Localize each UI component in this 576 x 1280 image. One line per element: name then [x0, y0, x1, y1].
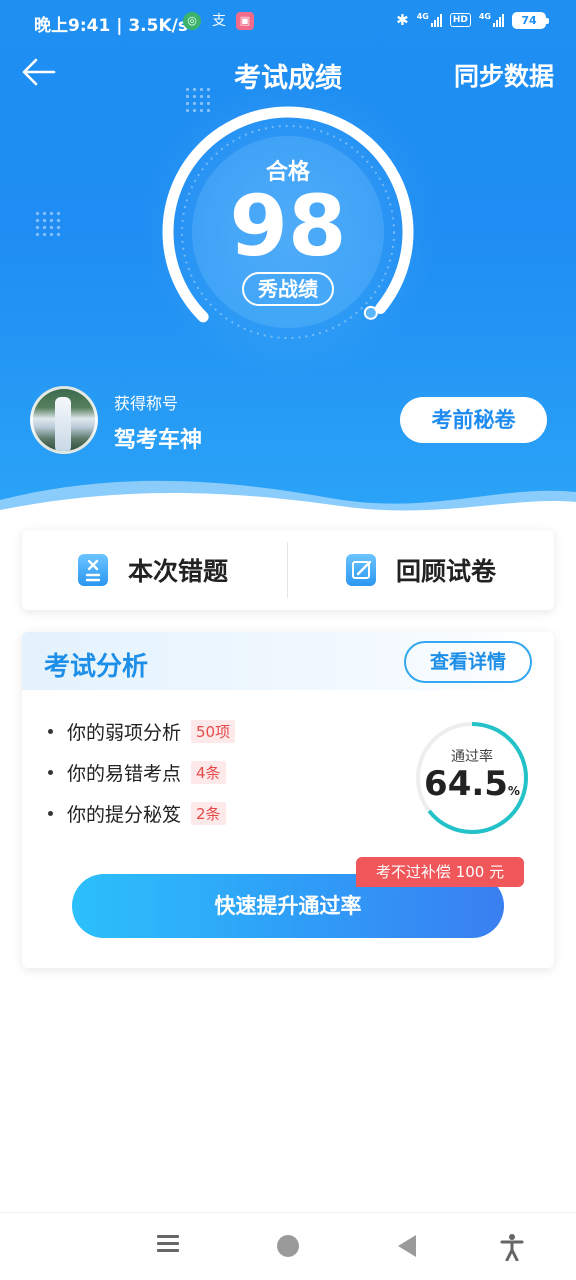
pass-rate-unit: % [507, 784, 520, 798]
menu-icon[interactable] [157, 1235, 179, 1255]
bullet-icon [48, 770, 53, 775]
system-nav-bar [0, 1212, 576, 1280]
wrong-questions-label: 本次错题 [128, 557, 229, 586]
pass-rate-label: 通过率 [451, 749, 493, 765]
hd-badge: HD [449, 13, 471, 27]
alipay-icon: 支 [212, 13, 226, 29]
review-paper-icon [346, 554, 376, 586]
accessibility-icon[interactable] [500, 1233, 524, 1261]
app-icon: ◎ [183, 12, 201, 30]
network-a-label: 4G [416, 11, 429, 21]
analysis-item[interactable]: 你的弱项分析 50项 [48, 718, 236, 745]
analysis-item[interactable]: 你的提分秘笈 2条 [48, 800, 226, 827]
analysis-item-label: 你的弱项分析 [67, 722, 182, 744]
analysis-card: 考试分析 查看详情 你的弱项分析 50项 你的易错考点 4条 你的提分秘笈 2条… [22, 632, 554, 968]
decor-dots [34, 210, 60, 236]
bullet-icon [48, 811, 53, 816]
pass-rate-number: 64.5 [424, 764, 508, 804]
score-gauge: 合格 98 秀战绩 [160, 104, 416, 360]
header-wave [0, 480, 576, 520]
review-paper-button[interactable]: 回顾试卷 [346, 530, 496, 610]
sync-data-button[interactable]: 同步数据 [454, 57, 554, 93]
action-card: 本次错题 回顾试卷 [22, 530, 554, 610]
analysis-item-label: 你的提分秘笈 [67, 804, 182, 826]
title-value: 驾考车神 [114, 428, 203, 453]
bullet-icon [48, 729, 53, 734]
analysis-title: 考试分析 [44, 652, 149, 682]
analysis-item-label: 你的易错考点 [67, 763, 182, 785]
guarantee-badge: 考不过补偿 100 元 [356, 857, 524, 887]
pass-rate-value: 64.5% [414, 764, 530, 804]
game-icon: ▣ [236, 12, 254, 30]
analysis-item-tag: 2条 [191, 802, 226, 825]
battery-icon: 74 [512, 11, 549, 29]
secret-paper-button[interactable]: 考前秘卷 [400, 397, 547, 443]
bluetooth-icon: ✱ [396, 11, 409, 29]
signal-icon [493, 13, 504, 27]
network-b-label: 4G [478, 11, 491, 21]
status-time: 晚上9:41 | 3.5K/s [34, 16, 188, 36]
wrong-questions-button[interactable]: 本次错题 [78, 530, 228, 610]
analysis-item-tag: 4条 [191, 761, 226, 784]
wrong-questions-icon [78, 554, 108, 586]
title-label: 获得称号 [114, 394, 179, 413]
avatar[interactable] [30, 386, 98, 454]
signal-icon [430, 13, 442, 27]
status-bar: 晚上9:41 | 3.5K/s ◎ 支 ▣ ✱ 4G HD 4G 74 [0, 0, 576, 44]
review-paper-label: 回顾试卷 [396, 557, 497, 586]
score-value: 98 [229, 177, 347, 275]
share-score-button[interactable]: 秀战绩 [242, 272, 334, 306]
divider [287, 542, 288, 598]
back-triangle-icon[interactable] [398, 1235, 416, 1257]
home-icon[interactable] [277, 1235, 299, 1257]
analysis-item[interactable]: 你的易错考点 4条 [48, 759, 226, 786]
analysis-item-tag: 50项 [191, 720, 236, 743]
status-right: ✱ 4G HD 4G 74 [396, 11, 549, 29]
view-details-button[interactable]: 查看详情 [404, 641, 532, 683]
pass-rate-ring: 通过率 64.5% [414, 720, 530, 836]
